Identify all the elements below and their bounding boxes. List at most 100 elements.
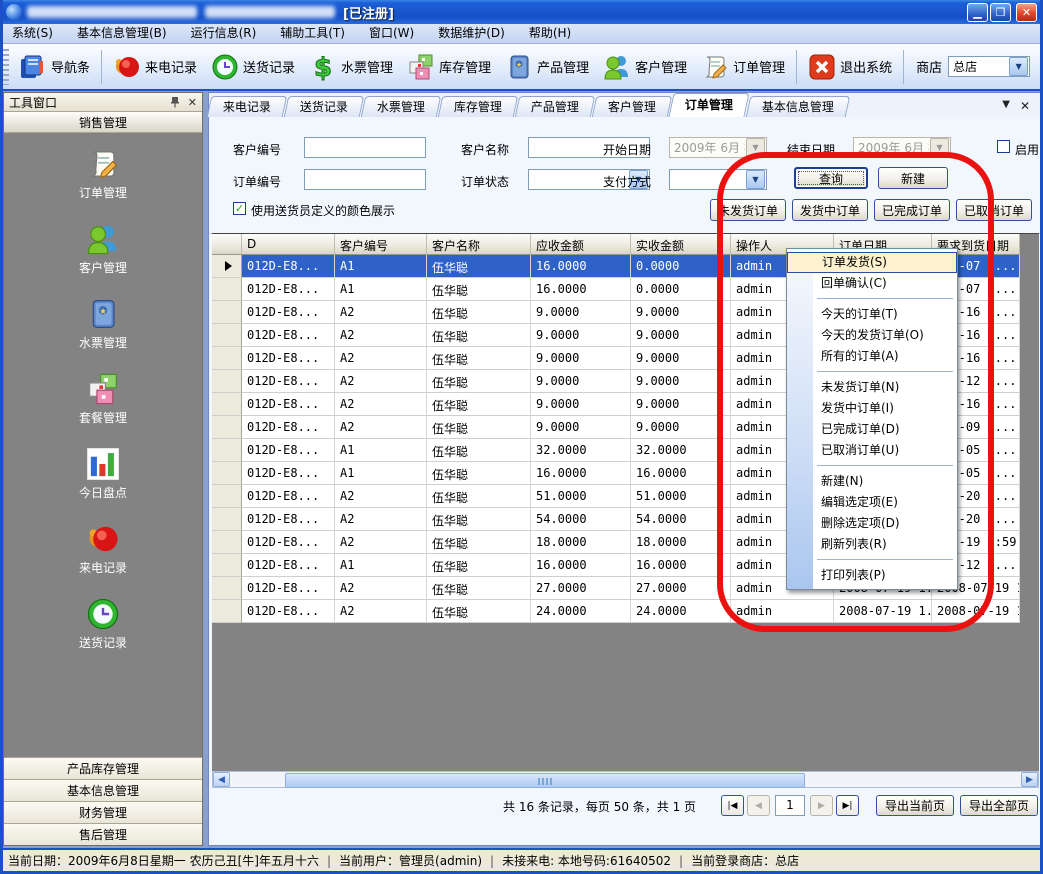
menu-system[interactable]: 系统(S) bbox=[0, 24, 65, 43]
close-button[interactable]: ✕ bbox=[1016, 3, 1037, 22]
pay-method-combobox[interactable]: ▼ bbox=[669, 169, 767, 190]
menu-data-maintain[interactable]: 数据维护(D) bbox=[426, 24, 517, 43]
toolbar-product-button[interactable]: ★ 产品管理 bbox=[498, 49, 596, 85]
sidebar-item-call-log[interactable]: 来电记录 bbox=[79, 522, 127, 576]
context-menu-item[interactable]: 已完成订单(D) bbox=[787, 419, 957, 440]
new-button[interactable]: 新建 bbox=[878, 167, 948, 189]
sidebar-item-daily-check[interactable]: 今日盘点 bbox=[79, 447, 127, 501]
col-customer-no[interactable]: 客户编号 bbox=[335, 234, 427, 255]
context-menu-item[interactable]: 订单发货(S) bbox=[787, 252, 957, 273]
context-menu-item[interactable]: 今天的订单(T) bbox=[787, 304, 957, 325]
maximize-button[interactable]: ❒ bbox=[990, 3, 1011, 22]
pin-icon[interactable] bbox=[170, 96, 180, 108]
context-menu-item[interactable] bbox=[817, 465, 953, 467]
sidebar-item-order-mgmt[interactable]: 订单管理 bbox=[79, 147, 127, 201]
sidebar-section-finance[interactable]: 财务管理 bbox=[4, 801, 202, 823]
first-page-button[interactable]: |◀ bbox=[721, 795, 744, 816]
cell-received: 16.0000 bbox=[631, 554, 731, 577]
unshipped-orders-button[interactable]: 未发货订单 bbox=[710, 199, 786, 221]
toolbar-water-ticket-button[interactable]: $ 水票管理 bbox=[302, 49, 400, 85]
prev-page-button[interactable]: ◀ bbox=[747, 795, 770, 816]
col-receivable[interactable]: 应收金额 bbox=[531, 234, 631, 255]
completed-orders-button[interactable]: 已完成订单 bbox=[874, 199, 950, 221]
toolbar-exit-button[interactable]: 退出系统 bbox=[801, 49, 899, 85]
context-menu-item[interactable]: 已取消订单(U) bbox=[787, 440, 957, 461]
table-row[interactable]: 012D-E8... A2 伍华聪 24.0000 24.0000 admin … bbox=[212, 600, 1020, 623]
shipping-orders-button[interactable]: 发货中订单 bbox=[792, 199, 868, 221]
scrollbar-thumb[interactable] bbox=[285, 773, 805, 788]
context-menu-item[interactable] bbox=[817, 371, 953, 373]
toolbar-inventory-button[interactable]: 库存管理 bbox=[400, 49, 498, 85]
tab[interactable]: 库存管理 bbox=[438, 96, 518, 117]
sidebar-section-product-inventory[interactable]: 产品库存管理 bbox=[4, 757, 202, 779]
context-menu-item[interactable] bbox=[817, 559, 953, 561]
export-all-pages-button[interactable]: 导出全部页 bbox=[960, 795, 1038, 816]
context-menu-item[interactable]: 刷新列表(R) bbox=[787, 534, 957, 555]
context-menu-item[interactable]: 所有的订单(A) bbox=[787, 346, 957, 367]
minimize-button[interactable]: ▁ bbox=[967, 3, 988, 22]
enable-checkbox[interactable] bbox=[997, 140, 1010, 153]
tab[interactable]: 订单管理 bbox=[669, 93, 750, 117]
chevron-down-icon[interactable]: ▼ bbox=[1009, 57, 1028, 76]
toolbar-call-log-button[interactable]: 来电记录 bbox=[106, 49, 204, 85]
sidebar-item-water-ticket-mgmt[interactable]: ★ 水票管理 bbox=[79, 297, 127, 351]
context-menu-item[interactable]: 打印列表(P) bbox=[787, 565, 957, 586]
row-selector-cell bbox=[212, 462, 242, 485]
scroll-left-arrow-icon[interactable]: ◀ bbox=[213, 772, 230, 787]
customer-no-input[interactable] bbox=[304, 137, 426, 158]
context-menu-item[interactable]: 今天的发货订单(O) bbox=[787, 325, 957, 346]
context-menu-item[interactable]: 未发货订单(N) bbox=[787, 377, 957, 398]
tab-list-chevron-icon[interactable]: ▼ bbox=[1002, 99, 1010, 113]
menu-basic-info[interactable]: 基本信息管理(B) bbox=[65, 24, 179, 43]
tab[interactable]: 基本信息管理 bbox=[746, 96, 850, 117]
tab-close-icon[interactable]: ✕ bbox=[1020, 99, 1030, 113]
cell-customer-name: 伍华聪 bbox=[427, 370, 531, 393]
toolbar-nav-button[interactable]: 导航条 bbox=[12, 49, 97, 85]
context-menu-item[interactable]: 编辑选定项(E) bbox=[787, 492, 957, 513]
page-number-input[interactable]: 1 bbox=[775, 795, 805, 816]
cell-received: 27.0000 bbox=[631, 577, 731, 600]
sidebar-section-after-sale[interactable]: 售后管理 bbox=[4, 823, 202, 845]
cancelled-orders-button[interactable]: 已取消订单 bbox=[956, 199, 1032, 221]
sidebar-item-delivery-log[interactable]: 送货记录 bbox=[79, 597, 127, 651]
toolbar-delivery-log-button[interactable]: 送货记录 bbox=[204, 49, 302, 85]
row-selector-cell bbox=[212, 577, 242, 600]
tab[interactable]: 来电记录 bbox=[207, 96, 287, 117]
tab[interactable]: 送货记录 bbox=[284, 96, 364, 117]
context-menu-item[interactable]: 删除选定项(D) bbox=[787, 513, 957, 534]
menu-window[interactable]: 窗口(W) bbox=[357, 24, 426, 43]
tool-window-close-icon[interactable]: ✕ bbox=[188, 96, 197, 109]
tab[interactable]: 客户管理 bbox=[592, 96, 672, 117]
toolbar-customer-button[interactable]: 客户管理 bbox=[596, 49, 694, 85]
sidebar-section-sales[interactable]: 销售管理 bbox=[4, 112, 202, 133]
sidebar-item-label: 来电记录 bbox=[79, 559, 127, 576]
tab[interactable]: 水票管理 bbox=[361, 96, 441, 117]
sidebar-item-package-mgmt[interactable]: 套餐管理 bbox=[79, 372, 127, 426]
col-selector[interactable] bbox=[212, 234, 242, 255]
menu-help[interactable]: 帮助(H) bbox=[517, 24, 583, 43]
query-button[interactable]: 查询 bbox=[794, 167, 868, 189]
context-menu-item[interactable]: 发货中订单(I) bbox=[787, 398, 957, 419]
color-display-checkbox[interactable]: ✓ bbox=[233, 202, 246, 215]
context-menu-item[interactable]: 回单确认(C) bbox=[787, 273, 957, 294]
cell-req-date: 2008-07-19 1... bbox=[932, 600, 1020, 623]
toolbar-order-button[interactable]: 订单管理 bbox=[694, 49, 792, 85]
chevron-down-icon[interactable]: ▼ bbox=[746, 170, 765, 189]
menu-run-info[interactable]: 运行信息(R) bbox=[179, 24, 269, 43]
export-current-page-button[interactable]: 导出当前页 bbox=[876, 795, 954, 816]
context-menu-item[interactable] bbox=[817, 298, 953, 300]
horizontal-scrollbar[interactable]: ◀ ▶ bbox=[212, 771, 1039, 788]
menu-tools[interactable]: 辅助工具(T) bbox=[268, 24, 357, 43]
order-no-input[interactable] bbox=[304, 169, 426, 190]
shop-combobox[interactable]: 总店 ▼ bbox=[948, 56, 1030, 77]
sidebar-section-basic-info[interactable]: 基本信息管理 bbox=[4, 779, 202, 801]
last-page-button[interactable]: ▶| bbox=[836, 795, 859, 816]
col-customer-name[interactable]: 客户名称 bbox=[427, 234, 531, 255]
col-received[interactable]: 实收金额 bbox=[631, 234, 731, 255]
tab[interactable]: 产品管理 bbox=[515, 96, 595, 117]
scroll-right-arrow-icon[interactable]: ▶ bbox=[1021, 772, 1038, 787]
col-id[interactable]: D bbox=[242, 234, 335, 255]
context-menu-item[interactable]: 新建(N) bbox=[787, 471, 957, 492]
sidebar-item-customer-mgmt[interactable]: 客户管理 bbox=[79, 222, 127, 276]
next-page-button[interactable]: ▶ bbox=[810, 795, 833, 816]
